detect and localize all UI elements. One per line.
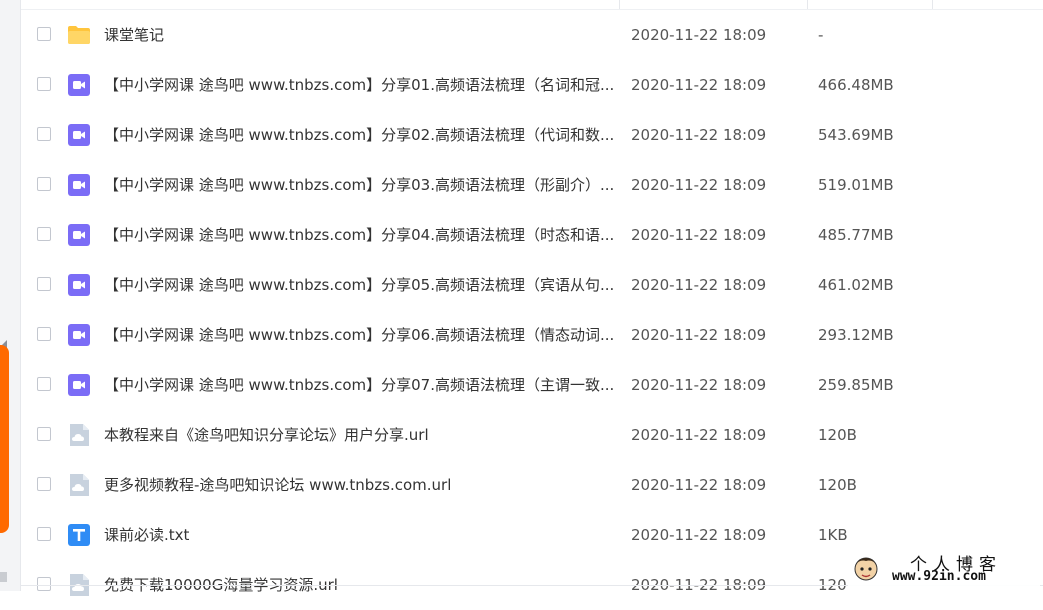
file-row[interactable]: 本教程来自《途鸟吧知识分享论坛》用户分享.url 2020-11-22 18:09… <box>21 410 1043 460</box>
file-name[interactable]: 【中小学网课 途鸟吧 www.tnbzs.com】分享05.高频语法梳理（宾语从… <box>104 275 624 295</box>
row-checkbox[interactable] <box>37 577 51 591</box>
video-file-icon <box>67 373 91 397</box>
file-size: 293.12MB <box>818 326 894 344</box>
file-size: 1KB <box>818 526 848 544</box>
column-header <box>21 0 1043 10</box>
column-divider[interactable] <box>807 0 808 9</box>
file-row[interactable]: 【中小学网课 途鸟吧 www.tnbzs.com】分享01.高频语法梳理（名词和… <box>21 60 1043 110</box>
file-name[interactable]: 【中小学网课 途鸟吧 www.tnbzs.com】分享07.高频语法梳理（主谓一… <box>104 375 624 395</box>
video-file-icon <box>67 273 91 297</box>
modified-date: 2020-11-22 18:09 <box>631 126 767 144</box>
folder-icon <box>67 23 91 47</box>
modified-date: 2020-11-22 18:09 <box>631 526 767 544</box>
watermark-url: www.92in.com <box>892 569 986 584</box>
file-size: 519.01MB <box>818 176 894 194</box>
video-file-icon <box>67 223 91 247</box>
video-file-icon <box>67 123 91 147</box>
modified-date: 2020-11-22 18:09 <box>631 326 767 344</box>
modified-date: 2020-11-22 18:09 <box>631 476 767 494</box>
modified-date: 2020-11-22 18:09 <box>631 176 767 194</box>
file-row[interactable]: 【中小学网课 途鸟吧 www.tnbzs.com】分享04.高频语法梳理（时态和… <box>21 210 1043 260</box>
modified-date: 2020-11-22 18:09 <box>631 26 767 44</box>
file-row[interactable]: 【中小学网课 途鸟吧 www.tnbzs.com】分享02.高频语法梳理（代词和… <box>21 110 1043 160</box>
left-scroll-mark <box>0 572 7 582</box>
url-file-icon <box>67 473 91 497</box>
row-checkbox[interactable] <box>37 277 51 291</box>
file-row[interactable]: 【中小学网课 途鸟吧 www.tnbzs.com】分享07.高频语法梳理（主谓一… <box>21 360 1043 410</box>
row-checkbox[interactable] <box>37 127 51 141</box>
file-size: 120B <box>818 426 857 444</box>
column-divider[interactable] <box>932 0 933 9</box>
video-file-icon <box>67 323 91 347</box>
file-list: 课堂笔记 2020-11-22 18:09 - 【中小学网课 途鸟吧 www.tnbz… <box>21 10 1043 610</box>
watermark: 个人博客 www.92in.com <box>848 549 1040 587</box>
file-name[interactable]: 【中小学网课 途鸟吧 www.tnbzs.com】分享04.高频语法梳理（时态和… <box>104 225 624 245</box>
txt-file-icon <box>67 523 91 547</box>
row-checkbox[interactable] <box>37 177 51 191</box>
file-name[interactable]: 本教程来自《途鸟吧知识分享论坛》用户分享.url <box>104 425 624 445</box>
row-checkbox[interactable] <box>37 527 51 541</box>
modified-date: 2020-11-22 18:09 <box>631 226 767 244</box>
modified-date: 2020-11-22 18:09 <box>631 76 767 94</box>
row-checkbox[interactable] <box>37 27 51 41</box>
modified-date: 2020-11-22 18:09 <box>631 276 767 294</box>
file-row[interactable]: 【中小学网课 途鸟吧 www.tnbzs.com】分享05.高频语法梳理（宾语从… <box>21 260 1043 310</box>
row-checkbox[interactable] <box>37 227 51 241</box>
file-size: 543.69MB <box>818 126 894 144</box>
row-checkbox[interactable] <box>37 377 51 391</box>
file-name[interactable]: 更多视频教程-途鸟吧知识论坛 www.tnbzs.com.url <box>104 475 624 495</box>
row-checkbox[interactable] <box>37 327 51 341</box>
file-row[interactable]: 更多视频教程-途鸟吧知识论坛 www.tnbzs.com.url 2020-11-… <box>21 460 1043 510</box>
file-size: 120B <box>818 476 857 494</box>
file-row[interactable]: 【中小学网课 途鸟吧 www.tnbzs.com】分享03.高频语法梳理（形副介… <box>21 160 1043 210</box>
file-row[interactable]: 课堂笔记 2020-11-22 18:09 - <box>21 10 1043 60</box>
file-size: 259.85MB <box>818 376 894 394</box>
column-divider[interactable] <box>619 0 620 9</box>
modified-date: 2020-11-22 18:09 <box>631 376 767 394</box>
modified-date: 2020-11-22 18:09 <box>631 426 767 444</box>
file-name[interactable]: 课前必读.txt <box>104 525 624 545</box>
file-size: 461.02MB <box>818 276 894 294</box>
file-size: - <box>818 26 824 44</box>
file-name[interactable]: 【中小学网课 途鸟吧 www.tnbzs.com】分享01.高频语法梳理（名词和… <box>104 75 624 95</box>
video-file-icon <box>67 73 91 97</box>
left-accent-tab[interactable] <box>0 345 9 533</box>
file-name[interactable]: 课堂笔记 <box>104 25 624 45</box>
video-file-icon <box>67 173 91 197</box>
file-name[interactable]: 【中小学网课 途鸟吧 www.tnbzs.com】分享06.高频语法梳理（情态动… <box>104 325 624 345</box>
file-size: 466.48MB <box>818 76 894 94</box>
cartoon-avatar-icon <box>852 553 880 583</box>
url-file-icon <box>67 423 91 447</box>
file-name[interactable]: 【中小学网课 途鸟吧 www.tnbzs.com】分享02.高频语法梳理（代词和… <box>104 125 624 145</box>
file-name[interactable]: 【中小学网课 途鸟吧 www.tnbzs.com】分享03.高频语法梳理（形副介… <box>104 175 624 195</box>
file-row[interactable]: 【中小学网课 途鸟吧 www.tnbzs.com】分享06.高频语法梳理（情态动… <box>21 310 1043 360</box>
file-size: 485.77MB <box>818 226 894 244</box>
row-checkbox[interactable] <box>37 477 51 491</box>
row-checkbox[interactable] <box>37 77 51 91</box>
row-checkbox[interactable] <box>37 427 51 441</box>
